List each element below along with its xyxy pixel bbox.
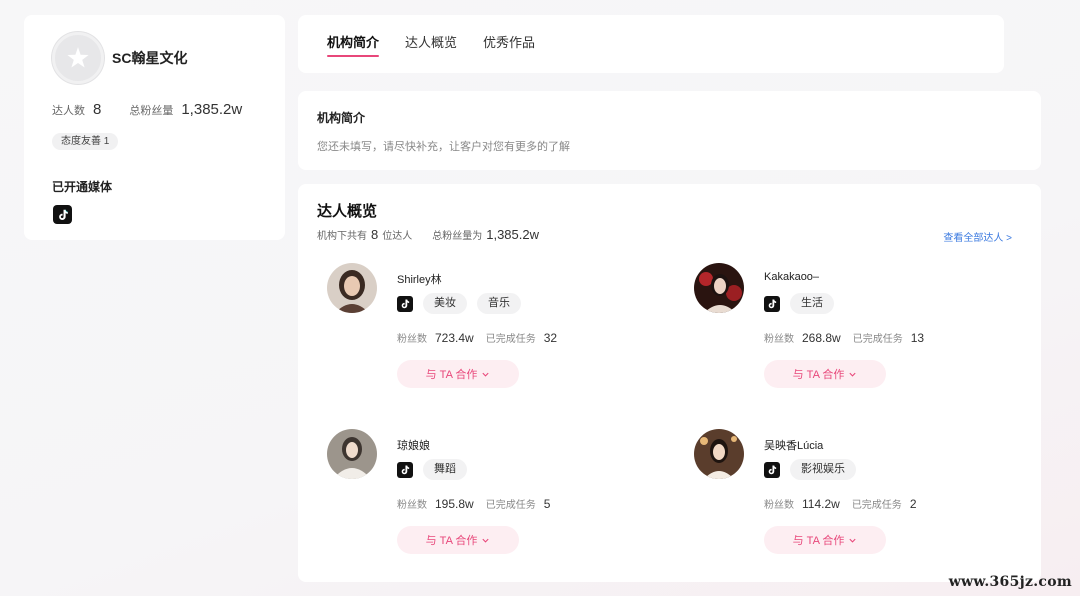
collaborate-label: 与 TA 合作 (792, 369, 845, 381)
overview-title: 达人概览 (317, 203, 378, 220)
talent-count-label: 达人数 (52, 105, 85, 117)
tab-org-intro[interactable]: 机构简介 (327, 32, 379, 51)
influencer-tags: 舞蹈 (397, 459, 467, 480)
influencer-card: 琼娘娘 舞蹈 粉丝数 195.8w 已完成任务 5 与 TA 合作 (327, 429, 627, 569)
tiktok-icon (764, 295, 780, 312)
collaborate-label: 与 TA 合作 (792, 535, 845, 547)
view-all-talents-link[interactable]: 查看全部达人 > (943, 229, 1012, 244)
summary-fans: 1,385.2w (486, 227, 539, 242)
fans-value: 195.8w (435, 497, 474, 511)
tasks-value: 32 (543, 331, 558, 345)
fans-label: 粉丝数 (397, 334, 427, 345)
influencer-stats: 粉丝数 723.4w 已完成任务 32 (397, 330, 569, 345)
total-fans-label: 总粉丝量 (129, 105, 174, 117)
tiktok-icon[interactable] (53, 205, 72, 224)
tab-talent-overview[interactable]: 达人概览 (405, 32, 457, 51)
fans-label: 粉丝数 (764, 334, 794, 345)
fans-label: 粉丝数 (764, 500, 794, 511)
chevron-down-icon (849, 538, 856, 543)
influencer-name[interactable]: 琼娘娘 (397, 437, 430, 453)
tab-best-works[interactable]: 优秀作品 (483, 32, 535, 51)
chevron-down-icon (849, 372, 856, 377)
tiktok-icon (764, 461, 780, 478)
tiktok-icon (397, 295, 413, 312)
category-tag: 影视娱乐 (790, 459, 856, 480)
influencer-stats: 粉丝数 195.8w 已完成任务 5 (397, 496, 562, 511)
intro-text: 您还未填写，请尽快补充，让客户对您有更多的了解 (317, 141, 570, 153)
overview-summary: 机构下共有 8 位达人 总粉丝量为 1,385.2w (317, 227, 543, 242)
influencer-tags: 影视娱乐 (764, 459, 856, 480)
tasks-label: 已完成任务 (852, 334, 903, 345)
category-tag: 舞蹈 (423, 459, 467, 480)
talent-count: 8 (93, 101, 102, 118)
collaborate-button[interactable]: 与 TA 合作 (397, 360, 519, 388)
intro-title: 机构简介 (317, 111, 366, 125)
avatar[interactable] (694, 263, 744, 313)
total-fans: 1,385.2w (181, 101, 243, 118)
summary-suffix: 位达人 (382, 231, 413, 242)
talent-overview-card: 达人概览 机构下共有 8 位达人 总粉丝量为 1,385.2w 查看全部达人 >… (298, 184, 1041, 582)
fans-value: 114.2w (802, 497, 840, 511)
chevron-down-icon (482, 372, 489, 377)
avatar[interactable] (327, 429, 377, 479)
org-profile-card: SC翰星文化 达人数 8 总粉丝量 1,385.2w 态度友善 1 已开通媒体 (24, 15, 285, 240)
org-name: SC翰星文化 (112, 50, 188, 66)
influencer-card: Kakakaoo– 生活 粉丝数 268.8w 已完成任务 13 与 TA 合作 (694, 263, 994, 403)
fans-label: 粉丝数 (397, 500, 427, 511)
fans-value: 723.4w (435, 331, 474, 345)
chevron-down-icon (482, 538, 489, 543)
avatar[interactable] (694, 429, 744, 479)
tab-bar: 机构简介 达人概览 优秀作品 (298, 15, 1004, 73)
summary-prefix: 机构下共有 (317, 231, 367, 242)
collaborate-label: 与 TA 合作 (425, 535, 478, 547)
influencer-stats: 粉丝数 114.2w 已完成任务 2 (764, 496, 929, 511)
fans-value: 268.8w (802, 331, 841, 345)
tasks-value: 5 (543, 497, 551, 511)
attitude-badge: 态度友善 1 (52, 133, 119, 150)
influencer-name[interactable]: 吴映香Lúcia (764, 437, 823, 453)
tasks-value: 2 (909, 497, 917, 511)
tasks-value: 13 (910, 331, 925, 345)
collaborate-button[interactable]: 与 TA 合作 (764, 360, 886, 388)
category-tag: 生活 (790, 293, 834, 314)
tiktok-icon (397, 461, 413, 478)
summary-count: 8 (371, 227, 379, 242)
media-title: 已开通媒体 (52, 180, 113, 194)
influencer-tags: 生活 (764, 293, 834, 314)
org-logo-icon (52, 32, 104, 84)
tasks-label: 已完成任务 (485, 334, 536, 345)
avatar[interactable] (327, 263, 377, 313)
summary-fans-prefix: 总粉丝量为 (432, 231, 483, 242)
collaborate-button[interactable]: 与 TA 合作 (764, 526, 886, 554)
influencer-name[interactable]: Kakakaoo– (764, 271, 819, 283)
org-intro-card: 机构简介 您还未填写，请尽快补充，让客户对您有更多的了解 (298, 91, 1041, 170)
tasks-label: 已完成任务 (485, 500, 536, 511)
influencer-card: 吴映香Lúcia 影视娱乐 粉丝数 114.2w 已完成任务 2 与 TA 合作 (694, 429, 994, 569)
influencer-tags: 美妆 音乐 (397, 293, 521, 314)
collaborate-label: 与 TA 合作 (425, 369, 478, 381)
influencer-card: Shirley林 美妆 音乐 粉丝数 723.4w 已完成任务 32 与 TA … (327, 263, 627, 403)
tasks-label: 已完成任务 (851, 500, 902, 511)
collaborate-button[interactable]: 与 TA 合作 (397, 526, 519, 554)
org-stats: 达人数 8 总粉丝量 1,385.2w (52, 101, 242, 118)
influencer-stats: 粉丝数 268.8w 已完成任务 13 (764, 330, 936, 345)
watermark: www.365jz.com (948, 574, 1072, 590)
influencer-name[interactable]: Shirley林 (397, 271, 442, 287)
active-tab-indicator (327, 55, 379, 57)
category-tag: 音乐 (477, 293, 521, 314)
category-tag: 美妆 (423, 293, 467, 314)
